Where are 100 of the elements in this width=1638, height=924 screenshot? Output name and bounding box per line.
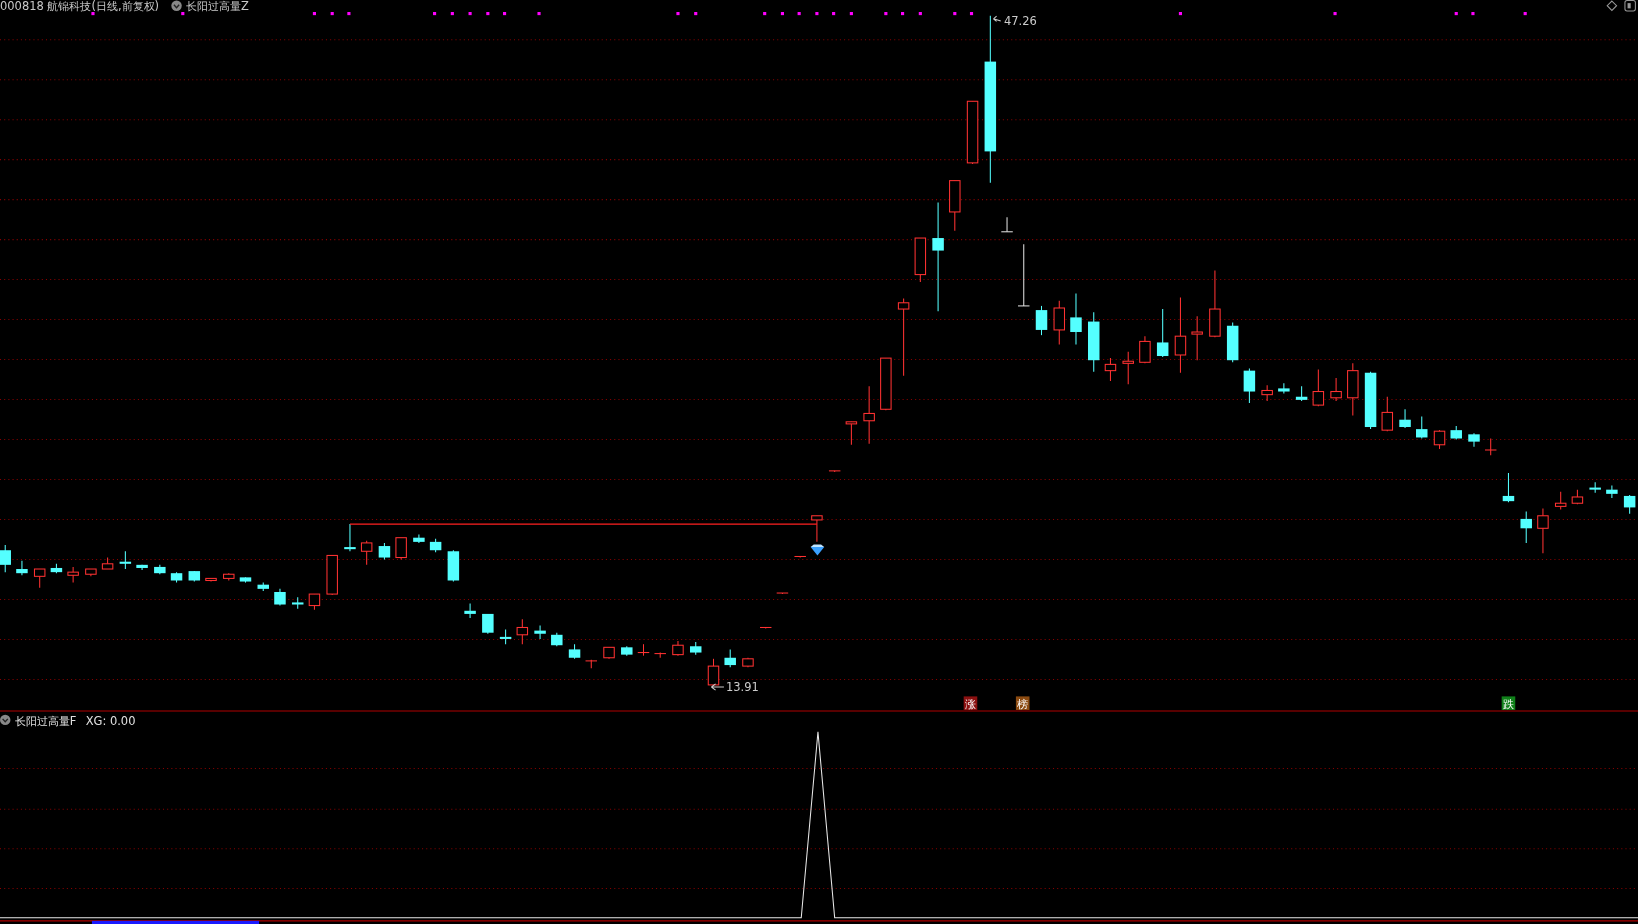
candlestick <box>1191 315 1203 361</box>
candlestick <box>1554 491 1567 511</box>
arrow-icon <box>992 15 1002 22</box>
candlestick <box>0 544 11 573</box>
candlestick <box>603 646 615 660</box>
candlestick <box>1295 385 1308 402</box>
candlestick <box>793 555 807 559</box>
dropdown-icon[interactable] <box>0 714 11 726</box>
candlestick <box>16 560 28 576</box>
arrow-icon <box>710 683 725 691</box>
candlestick <box>1347 362 1359 417</box>
candlestick <box>1484 438 1497 456</box>
candlestick <box>1399 408 1411 429</box>
candlestick <box>154 564 166 575</box>
candlestick <box>292 596 304 610</box>
candlestick <box>1053 300 1065 346</box>
candlestick <box>724 648 736 668</box>
candlestick <box>205 577 217 583</box>
candlestick <box>568 643 581 660</box>
candlestick <box>585 659 598 669</box>
candlestick <box>499 629 512 645</box>
candlestick <box>1017 243 1030 307</box>
candlestick <box>1589 481 1601 494</box>
candlestick <box>949 180 961 232</box>
low-price-label: 13.91 <box>726 680 759 695</box>
diamond-icon[interactable] <box>1606 0 1618 12</box>
candlestick <box>413 534 425 544</box>
candlestick <box>828 470 841 473</box>
stock-title: 000818 航锦科技(日线,前复权) <box>0 0 160 14</box>
candlestick <box>1035 305 1048 336</box>
candlestick <box>378 542 391 561</box>
candlestick <box>516 618 529 645</box>
indicator-reading: XG: 0.00 <box>85 713 136 728</box>
candlestick <box>447 549 460 583</box>
indicator-name: 长阳过高量Z <box>185 0 249 14</box>
candlestick <box>1416 416 1428 440</box>
candlestick <box>1226 322 1239 363</box>
diamond-icon <box>810 544 825 556</box>
candlestick <box>239 576 252 584</box>
candlestick <box>845 421 858 446</box>
candlestick <box>1156 308 1169 358</box>
candlestick <box>1502 472 1515 503</box>
candlestick <box>1278 382 1290 395</box>
candlestick <box>274 588 286 607</box>
candlestick <box>690 641 702 656</box>
panel-toggle-icon[interactable] <box>1624 0 1636 12</box>
candlestick <box>811 515 823 543</box>
candlestick <box>1520 511 1532 544</box>
candlestick <box>136 564 148 571</box>
candlestick <box>170 571 183 584</box>
candlestick <box>1330 377 1342 402</box>
candlestick <box>50 563 63 574</box>
candlestick <box>429 538 442 553</box>
candlestick <box>1364 371 1377 430</box>
candlestick <box>1571 489 1584 505</box>
high-price-label: 47.26 <box>1003 14 1037 29</box>
dropdown-icon[interactable] <box>171 0 182 11</box>
candlestick <box>1122 351 1134 385</box>
candlestick <box>1312 369 1325 407</box>
candlestick <box>257 582 269 592</box>
candlestick <box>966 100 979 165</box>
signal-marker: 跌 <box>1501 696 1516 711</box>
signal-marker: 榜 <box>1015 696 1030 711</box>
candlestick <box>482 613 494 635</box>
scrollbar-thumb[interactable] <box>91 920 260 924</box>
candlestick <box>1450 425 1462 441</box>
candlestick <box>1537 507 1549 554</box>
candlestick <box>1088 311 1100 373</box>
candlestick <box>637 643 650 657</box>
candlestick <box>1000 216 1014 233</box>
candlestick <box>464 602 476 619</box>
candlestick <box>1139 335 1151 364</box>
candlestick <box>1606 484 1618 499</box>
candlestick <box>1468 432 1480 448</box>
candlestick <box>1381 396 1394 432</box>
candlestick <box>551 632 563 647</box>
candlestick <box>672 640 684 657</box>
candlestick <box>1243 368 1256 404</box>
signal-marker: 涨 <box>963 696 978 711</box>
candlestick <box>395 537 407 561</box>
candlestick <box>1623 494 1636 515</box>
candlestick <box>67 566 79 584</box>
candlestick <box>759 626 772 630</box>
candlestick <box>1261 384 1273 402</box>
candlestick <box>344 523 356 552</box>
candlestick <box>621 645 633 657</box>
candlestick <box>1209 269 1221 338</box>
candlestick <box>880 357 892 411</box>
candlestick <box>101 557 114 570</box>
candlestick <box>188 570 201 583</box>
candlestick <box>85 568 97 577</box>
candlestick <box>707 658 720 687</box>
candlestick <box>1433 429 1446 450</box>
candlestick <box>863 385 875 445</box>
candlestick <box>223 572 235 581</box>
candlestick <box>326 554 338 596</box>
candlestick <box>776 592 789 595</box>
candlestick <box>653 652 667 659</box>
indicator-title: 长阳过高量F <box>14 713 77 728</box>
candlestick <box>360 540 373 566</box>
